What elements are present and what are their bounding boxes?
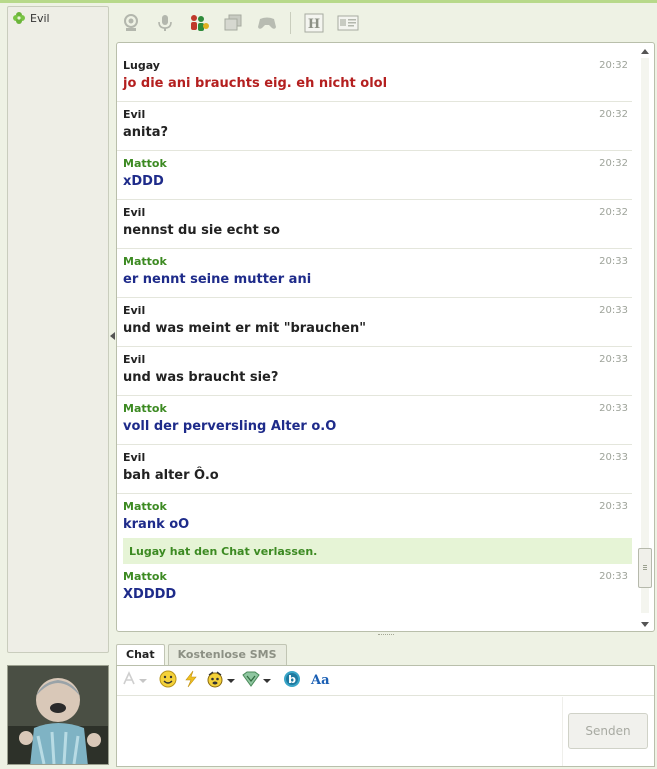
message-sender: Evil bbox=[123, 206, 146, 219]
font-color-icon bbox=[121, 671, 137, 690]
history-icon[interactable]: H bbox=[301, 10, 327, 36]
message-text: jo die ani brauchts eig. eh nicht olol bbox=[123, 76, 388, 91]
message-sender: Evil bbox=[123, 451, 146, 464]
chat-scrollbar[interactable] bbox=[638, 46, 652, 629]
chat-message: Evil und was braucht sie? 20:33 bbox=[117, 347, 632, 396]
message-text: XDDDD bbox=[123, 587, 177, 602]
message-text: er nennt seine mutter ani bbox=[123, 272, 312, 287]
message-time: 20:33 bbox=[599, 256, 628, 267]
chat-message: Mattok krank oO 20:33 bbox=[117, 494, 632, 538]
animated-emoticon-button[interactable] bbox=[205, 670, 235, 692]
avatar bbox=[7, 665, 109, 765]
windows-icon[interactable] bbox=[220, 10, 246, 36]
message-sender: Mattok bbox=[123, 157, 167, 170]
chat-message: Mattok xDDD 20:32 bbox=[117, 151, 632, 200]
message-time: 20:33 bbox=[599, 403, 628, 414]
message-time: 20:32 bbox=[599, 109, 628, 120]
contact-name: Evil bbox=[30, 11, 50, 25]
chat-history: Lugay jo die ani brauchts eig. eh nicht … bbox=[116, 42, 655, 632]
font-color-button[interactable] bbox=[121, 670, 147, 692]
add-people-icon[interactable] bbox=[186, 10, 212, 36]
message-sender: Mattok bbox=[123, 500, 167, 513]
message-time: 20:33 bbox=[599, 571, 628, 582]
message-time: 20:33 bbox=[599, 452, 628, 463]
message-sender: Mattok bbox=[123, 402, 167, 415]
webcam-icon[interactable] bbox=[118, 10, 144, 36]
scroll-thumb[interactable] bbox=[638, 548, 652, 588]
tab-free-sms[interactable]: Kostenlose SMS bbox=[167, 644, 287, 665]
contact-list: Evil bbox=[7, 6, 109, 653]
chat-message: Evil bah alter Ô.o 20:33 bbox=[117, 445, 632, 494]
message-sender: Evil bbox=[123, 353, 146, 366]
message-sender: Evil bbox=[123, 108, 146, 121]
message-time: 20:32 bbox=[599, 60, 628, 71]
format-toolbar: b Aa bbox=[117, 666, 654, 696]
send-button[interactable]: Senden bbox=[568, 713, 648, 749]
chat-message: Evil anita? 20:32 bbox=[117, 102, 632, 151]
conversation-toolbar: H bbox=[118, 8, 361, 38]
font-style-button[interactable]: Aa bbox=[311, 670, 330, 692]
message-composer: b Aa Senden bbox=[116, 665, 655, 767]
toolbar-separator bbox=[290, 12, 291, 34]
message-time: 20:33 bbox=[599, 305, 628, 316]
chevron-down-icon bbox=[139, 678, 147, 683]
clover-status-icon bbox=[12, 11, 26, 25]
message-text: xDDD bbox=[123, 174, 164, 189]
message-list: Lugay jo die ani brauchts eig. eh nicht … bbox=[117, 53, 632, 604]
window-top-border bbox=[0, 0, 657, 3]
chat-message: Mattok voll der perversling Alter o.O 20… bbox=[117, 396, 632, 445]
message-text: und was meint er mit "brauchen" bbox=[123, 321, 367, 336]
message-sender: Mattok bbox=[123, 255, 167, 268]
collapse-panel-arrow-icon[interactable] bbox=[110, 332, 115, 340]
message-sender: Evil bbox=[123, 304, 146, 317]
message-time: 20:33 bbox=[599, 354, 628, 365]
message-text: und was braucht sie? bbox=[123, 370, 279, 385]
message-text: nennst du sie echt so bbox=[123, 223, 280, 238]
scroll-up-icon[interactable] bbox=[639, 46, 651, 56]
gamepad-icon[interactable] bbox=[254, 10, 280, 36]
chat-message: Mattok er nennt seine mutter ani 20:33 bbox=[117, 249, 632, 298]
contact-item[interactable]: Evil bbox=[8, 7, 108, 29]
message-sender: Mattok bbox=[123, 570, 167, 583]
chevron-down-icon bbox=[227, 678, 235, 683]
system-notice: Lugay hat den Chat verlassen. bbox=[123, 538, 632, 564]
smiley-button[interactable] bbox=[159, 670, 177, 692]
resize-splitter[interactable] bbox=[378, 634, 394, 638]
input-divider bbox=[562, 697, 563, 766]
composer-tabs: Chat Kostenlose SMS bbox=[116, 644, 287, 666]
message-sender: Lugay bbox=[123, 59, 160, 72]
animated-emoticon-icon bbox=[205, 670, 225, 691]
microphone-icon[interactable] bbox=[152, 10, 178, 36]
message-time: 20:32 bbox=[599, 207, 628, 218]
nudge-lightning-icon bbox=[183, 670, 199, 691]
svg-text:b: b bbox=[288, 673, 296, 686]
nudge-button[interactable] bbox=[183, 670, 199, 692]
svg-text:H: H bbox=[308, 17, 320, 32]
smiley-icon bbox=[159, 670, 177, 691]
chat-message: Evil nennst du sie echt so 20:32 bbox=[117, 200, 632, 249]
message-time: 20:32 bbox=[599, 158, 628, 169]
message-text: voll der perversling Alter o.O bbox=[123, 419, 337, 434]
profile-card-icon[interactable] bbox=[335, 10, 361, 36]
bing-search-icon: b bbox=[283, 670, 301, 691]
message-text: anita? bbox=[123, 125, 169, 140]
message-text: krank oO bbox=[123, 517, 190, 532]
wink-icon bbox=[241, 670, 261, 691]
wink-button[interactable] bbox=[241, 670, 271, 692]
scroll-down-icon[interactable] bbox=[639, 619, 651, 629]
message-text: bah alter Ô.o bbox=[123, 468, 219, 483]
font-style-icon: Aa bbox=[311, 673, 330, 688]
bing-button[interactable]: b bbox=[283, 670, 301, 692]
tab-chat[interactable]: Chat bbox=[116, 644, 165, 666]
chat-message: Evil und was meint er mit "brauchen" 20:… bbox=[117, 298, 632, 347]
chat-message: Lugay jo die ani brauchts eig. eh nicht … bbox=[117, 53, 632, 102]
message-time: 20:33 bbox=[599, 501, 628, 512]
chevron-down-icon bbox=[263, 678, 271, 683]
scroll-track[interactable] bbox=[641, 58, 649, 613]
message-input[interactable] bbox=[117, 697, 561, 766]
chat-message: Mattok XDDDD 20:33 bbox=[117, 564, 632, 604]
